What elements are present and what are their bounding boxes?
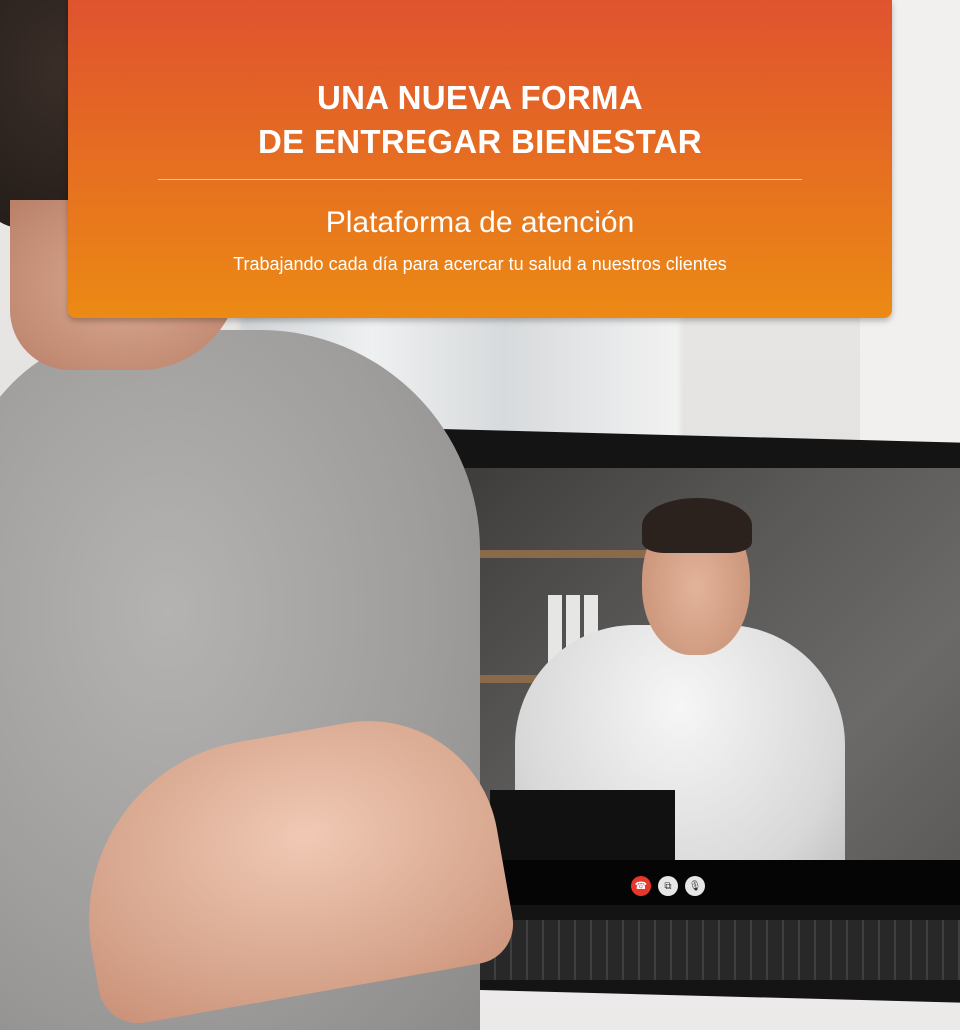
doctor-hair <box>642 498 752 553</box>
switch-camera-icon[interactable]: ⧉ <box>658 876 678 896</box>
title-line-1: UNA NUEVA FORMA <box>317 79 643 116</box>
hero-banner: UNA NUEVA FORMA DE ENTREGAR BIENESTAR Pl… <box>68 0 892 318</box>
banner-title: UNA NUEVA FORMA DE ENTREGAR BIENESTAR <box>68 76 892 164</box>
divider <box>158 179 802 180</box>
shelf <box>455 550 655 558</box>
keyboard <box>480 920 960 980</box>
banner-tagline: Trabajando cada día para acercar tu salu… <box>233 254 727 274</box>
title-line-2: DE ENTREGAR BIENESTAR <box>258 123 702 160</box>
microphone-icon[interactable]: 🎙 <box>685 876 705 896</box>
hang-up-icon[interactable]: ☎ <box>631 876 651 896</box>
banner-subtitle: Plataforma de atención <box>325 206 635 239</box>
